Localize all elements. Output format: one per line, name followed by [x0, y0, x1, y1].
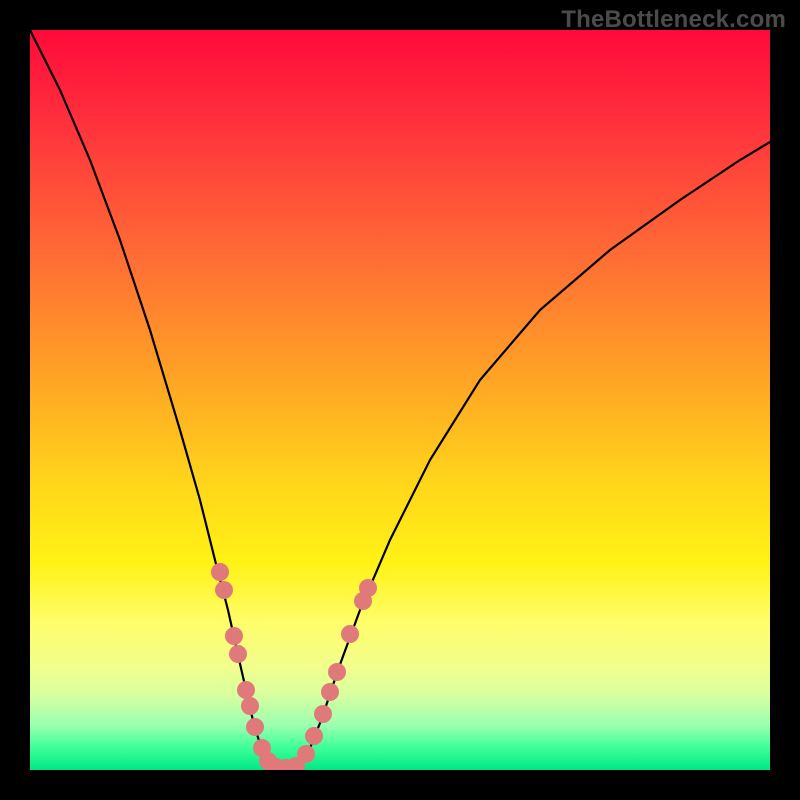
- watermark-text: TheBottleneck.com: [561, 6, 786, 34]
- data-point-marker: [321, 683, 339, 701]
- data-point-marker: [211, 563, 229, 581]
- data-point-marker: [241, 697, 259, 715]
- data-point-marker: [246, 718, 264, 736]
- plot-area: [30, 30, 770, 770]
- data-point-marker: [237, 681, 255, 699]
- data-point-marker: [314, 705, 332, 723]
- data-point-marker: [341, 625, 359, 643]
- data-point-markers: [30, 30, 770, 770]
- data-point-marker: [359, 579, 377, 597]
- chart-container: TheBottleneck.com: [0, 0, 800, 800]
- marker-group: [211, 563, 377, 770]
- data-point-marker: [229, 645, 247, 663]
- data-point-marker: [225, 627, 243, 645]
- data-point-marker: [297, 745, 315, 763]
- data-point-marker: [215, 581, 233, 599]
- data-point-marker: [328, 663, 346, 681]
- data-point-marker: [305, 727, 323, 745]
